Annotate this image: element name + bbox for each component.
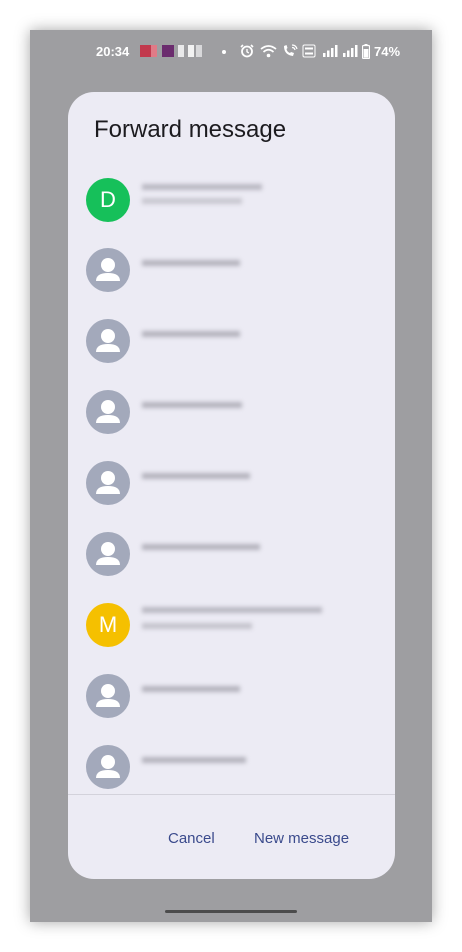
dialog-title: Forward message xyxy=(94,116,287,143)
cancel-button[interactable]: Cancel xyxy=(164,828,219,849)
contact-item[interactable] xyxy=(68,382,395,442)
notification-icon xyxy=(140,45,151,57)
contact-item[interactable] xyxy=(68,453,395,513)
notification-icon xyxy=(151,45,157,57)
forward-message-dialog: Forward message D M Cancel New message xyxy=(68,92,395,879)
person-icon xyxy=(96,755,120,778)
status-bar: 20:34 74% xyxy=(30,30,432,72)
phone-screen: 20:34 74% Forward message D M Cancel New… xyxy=(30,30,432,922)
contact-item[interactable]: M xyxy=(68,595,395,655)
alarm-icon xyxy=(240,44,254,58)
person-icon xyxy=(96,400,120,423)
contact-avatar xyxy=(86,319,130,363)
contact-item[interactable] xyxy=(68,737,395,794)
signal-icon xyxy=(343,45,358,57)
contact-avatar xyxy=(86,390,130,434)
person-icon xyxy=(96,258,120,281)
person-icon xyxy=(96,542,120,565)
notification-icon xyxy=(162,45,174,57)
home-indicator[interactable] xyxy=(165,910,297,913)
contact-item[interactable] xyxy=(68,666,395,726)
contact-item[interactable] xyxy=(68,240,395,300)
notification-icon xyxy=(196,45,202,57)
system-icons xyxy=(240,42,370,60)
contact-avatar: D xyxy=(86,178,130,222)
contact-item[interactable]: D xyxy=(68,170,395,230)
contact-item[interactable] xyxy=(68,524,395,584)
contact-avatar xyxy=(86,248,130,292)
person-icon xyxy=(96,471,120,494)
volte-icon xyxy=(302,44,316,58)
person-icon xyxy=(96,329,120,352)
contact-item[interactable] xyxy=(68,311,395,371)
contact-avatar xyxy=(86,532,130,576)
contact-avatar: M xyxy=(86,603,130,647)
notification-icon xyxy=(188,45,194,57)
notification-icon xyxy=(178,45,184,57)
contact-list[interactable]: D M xyxy=(68,170,395,794)
contact-avatar xyxy=(86,461,130,505)
battery-percent: 74% xyxy=(374,44,401,59)
contact-avatar xyxy=(86,745,130,789)
wifi-call-icon xyxy=(284,44,298,56)
avatar-letter: M xyxy=(98,612,118,637)
wifi-icon xyxy=(260,45,277,58)
contact-avatar xyxy=(86,674,130,718)
person-icon xyxy=(96,684,120,707)
more-notifications-dot xyxy=(222,50,226,54)
new-message-button[interactable]: New message xyxy=(250,828,353,849)
dialog-divider xyxy=(68,794,395,795)
battery-icon xyxy=(362,44,370,59)
signal-icon xyxy=(323,45,338,57)
status-time: 20:34 xyxy=(96,44,130,59)
avatar-letter: D xyxy=(100,187,116,212)
